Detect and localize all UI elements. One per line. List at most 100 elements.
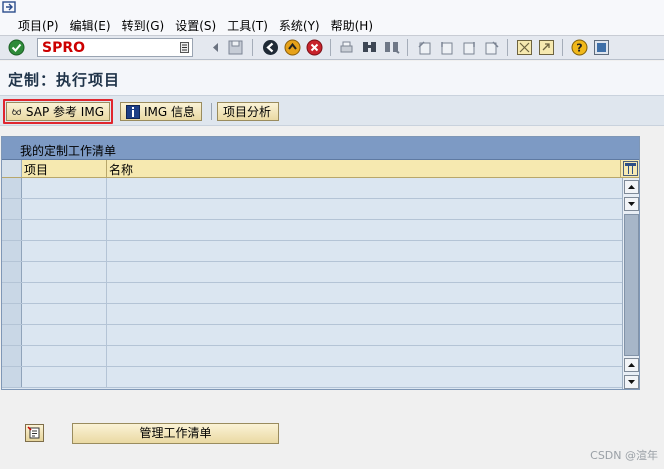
application-toolbar: SAP 参考 IMG IMG 信息 项目分析 xyxy=(0,95,664,126)
table-settings-icon[interactable] xyxy=(622,160,639,177)
cell-project[interactable] xyxy=(22,367,107,387)
cell-project[interactable] xyxy=(22,325,107,345)
manage-worklist-button[interactable]: 管理工作清单 xyxy=(72,423,279,444)
column-header-project[interactable]: 项目 xyxy=(22,160,107,177)
menu-project[interactable]: 项目(P) xyxy=(18,17,64,34)
table-row[interactable] xyxy=(2,304,622,325)
svg-text:?: ? xyxy=(576,42,582,55)
table-body xyxy=(2,178,622,389)
table-row[interactable] xyxy=(2,283,622,304)
cancel-icon[interactable] xyxy=(306,39,323,56)
cell-name[interactable] xyxy=(107,367,622,387)
row-selector[interactable] xyxy=(2,241,22,261)
cell-project[interactable] xyxy=(22,178,107,198)
row-selector[interactable] xyxy=(2,262,22,282)
layout-icon[interactable] xyxy=(593,39,610,56)
scroll-page-up-button[interactable] xyxy=(624,358,639,372)
cell-name[interactable] xyxy=(107,325,622,345)
toolbar-separator xyxy=(507,39,508,56)
scroll-thumb[interactable] xyxy=(624,214,639,356)
select-all-cell[interactable] xyxy=(2,160,22,177)
row-selector[interactable] xyxy=(2,220,22,240)
cell-name[interactable] xyxy=(107,304,622,324)
cell-name[interactable] xyxy=(107,199,622,219)
cell-project[interactable] xyxy=(22,262,107,282)
row-selector[interactable] xyxy=(2,178,22,198)
row-selector[interactable] xyxy=(2,199,22,219)
toolbar-separator xyxy=(330,39,331,56)
collapse-icon[interactable] xyxy=(207,39,224,56)
row-selector[interactable] xyxy=(2,325,22,345)
watermark: CSDN @渲年 xyxy=(590,449,658,462)
shortcut-icon[interactable] xyxy=(538,39,555,56)
arrow-down-icon xyxy=(628,380,635,384)
row-selector[interactable] xyxy=(2,283,22,303)
page-title: 定制：执行项目 xyxy=(8,71,121,89)
column-header-name[interactable]: 名称 xyxy=(107,160,621,177)
history-icon[interactable] xyxy=(180,42,189,53)
last-page-icon[interactable] xyxy=(483,39,500,56)
cell-name[interactable] xyxy=(107,220,622,240)
next-page-icon[interactable] xyxy=(461,39,478,56)
toolbar-separator xyxy=(562,39,563,56)
table-row[interactable] xyxy=(2,346,622,367)
row-selector[interactable] xyxy=(2,367,22,387)
new-session-icon[interactable] xyxy=(516,39,533,56)
table-row[interactable] xyxy=(2,199,622,220)
menu-settings[interactable]: 设置(S) xyxy=(175,17,221,34)
table-row[interactable] xyxy=(2,262,622,283)
command-field[interactable] xyxy=(37,38,193,57)
find-next-icon[interactable] xyxy=(383,39,400,56)
menu-tools[interactable]: 工具(T) xyxy=(227,17,273,34)
menu-edit[interactable]: 编辑(E) xyxy=(70,17,116,34)
info-icon xyxy=(126,104,140,119)
back-icon[interactable] xyxy=(262,39,279,56)
table-row[interactable] xyxy=(2,241,622,262)
table-row[interactable] xyxy=(2,367,622,388)
cell-project[interactable] xyxy=(22,283,107,303)
menu-goto[interactable]: 转到(G) xyxy=(122,17,170,34)
enter-icon[interactable] xyxy=(8,39,25,56)
table-row[interactable] xyxy=(2,220,622,241)
cell-name[interactable] xyxy=(107,262,622,282)
scroll-page-down-button[interactable] xyxy=(624,375,639,389)
img-info-button[interactable]: IMG 信息 xyxy=(120,102,202,121)
help-icon[interactable]: ? xyxy=(571,39,588,56)
command-input[interactable] xyxy=(42,40,172,55)
cell-project[interactable] xyxy=(22,220,107,240)
sap-reference-img-button[interactable]: SAP 参考 IMG xyxy=(6,102,110,121)
scroll-up-button[interactable] xyxy=(624,180,639,194)
cell-name[interactable] xyxy=(107,178,622,198)
row-selector[interactable] xyxy=(2,346,22,366)
cell-name[interactable] xyxy=(107,283,622,303)
glasses-icon xyxy=(12,108,22,115)
cell-name[interactable] xyxy=(107,346,622,366)
menu-help[interactable]: 帮助(H) xyxy=(331,17,378,34)
save-icon[interactable] xyxy=(227,39,244,56)
table-row[interactable] xyxy=(2,325,622,346)
arrow-down-icon xyxy=(628,202,635,206)
print-icon[interactable] xyxy=(338,39,355,56)
menu-system[interactable]: 系统(Y) xyxy=(279,17,325,34)
window-menu-icon[interactable] xyxy=(2,1,18,15)
exit-icon[interactable] xyxy=(284,39,301,56)
first-page-icon[interactable] xyxy=(416,39,433,56)
vertical-scrollbar[interactable] xyxy=(622,178,639,389)
cell-project[interactable] xyxy=(22,346,107,366)
project-analysis-button[interactable]: 项目分析 xyxy=(217,102,279,121)
title-bar: 定制：执行项目 xyxy=(0,61,664,95)
worklist-icon xyxy=(27,426,40,439)
prev-page-icon[interactable] xyxy=(438,39,455,56)
worklist-icon-button[interactable] xyxy=(25,424,44,442)
worklist-table: 我的定制工作清单 项目 名称 xyxy=(1,136,640,390)
find-icon[interactable] xyxy=(361,39,378,56)
cell-project[interactable] xyxy=(22,199,107,219)
cell-name[interactable] xyxy=(107,241,622,261)
scroll-down-button[interactable] xyxy=(624,197,639,211)
row-selector[interactable] xyxy=(2,304,22,324)
table-row[interactable] xyxy=(2,178,622,199)
cell-project[interactable] xyxy=(22,304,107,324)
cell-project[interactable] xyxy=(22,241,107,261)
img-info-label: IMG 信息 xyxy=(144,105,196,119)
menu-items: 项目(P) 编辑(E) 转到(G) 设置(S) 工具(T) 系统(Y) 帮助(H… xyxy=(18,17,384,34)
